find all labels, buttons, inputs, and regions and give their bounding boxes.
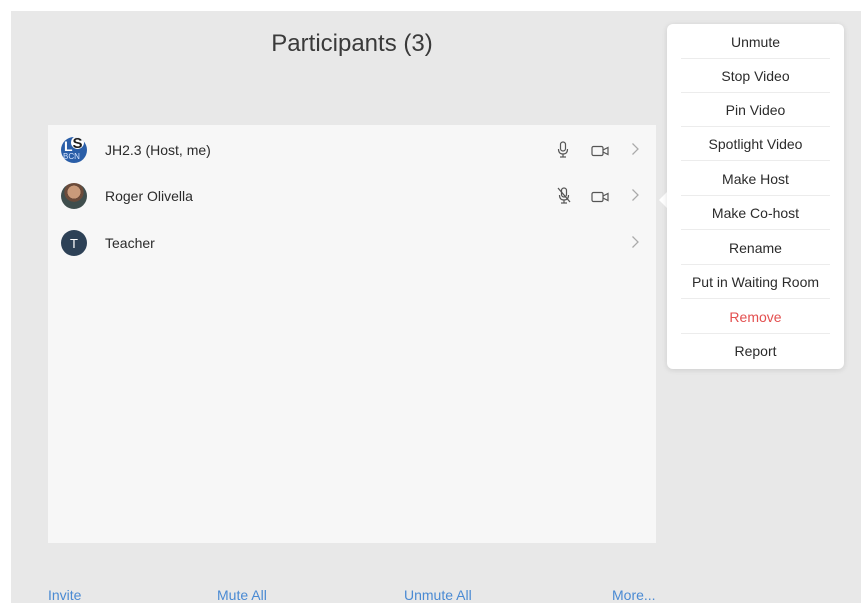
more-button[interactable]: More... [612, 587, 656, 603]
menu-item-unmute[interactable]: Unmute [681, 25, 830, 59]
unmute-all-button[interactable]: Unmute All [404, 587, 472, 603]
mute-all-button[interactable]: Mute All [217, 587, 267, 603]
chevron-right-icon[interactable] [631, 142, 640, 161]
participant-row-host[interactable]: L S BCN JH2.3 (Host, me) [48, 128, 656, 174]
avatar [61, 183, 87, 209]
avatar: T [61, 230, 87, 256]
menu-pointer [659, 192, 667, 208]
menu-item-stop-video[interactable]: Stop Video [681, 59, 830, 93]
panel-title: Participants (3) [271, 30, 433, 57]
menu-item-put-in-waiting-room[interactable]: Put in Waiting Room [681, 265, 830, 299]
menu-item-make-co-host[interactable]: Make Co-host [681, 196, 830, 230]
video-icon[interactable] [591, 144, 609, 162]
menu-item-report[interactable]: Report [681, 334, 830, 368]
chevron-right-icon[interactable] [631, 188, 640, 207]
menu-item-remove[interactable]: Remove [681, 300, 830, 334]
mic-muted-icon[interactable] [557, 187, 571, 209]
menu-item-rename[interactable]: Rename [681, 231, 830, 265]
participant-row-roger[interactable]: Roger Olivella [48, 174, 656, 220]
participant-context-menu: Unmute Stop Video Pin Video Spotlight Vi… [667, 24, 844, 369]
logo-text-bcn: BCN [63, 152, 80, 161]
chevron-right-icon[interactable] [631, 235, 640, 254]
menu-item-make-host[interactable]: Make Host [681, 162, 830, 196]
participant-row-teacher[interactable]: T Teacher [48, 221, 656, 267]
participant-name: Teacher [105, 235, 155, 251]
participant-name: Roger Olivella [105, 188, 193, 204]
avatar: L S BCN [61, 137, 87, 163]
video-icon[interactable] [591, 190, 609, 208]
logo-letter-s: S [71, 137, 84, 152]
menu-item-pin-video[interactable]: Pin Video [681, 93, 830, 127]
mic-on-icon[interactable] [557, 141, 569, 163]
participant-name: JH2.3 (Host, me) [105, 142, 211, 158]
invite-button[interactable]: Invite [48, 587, 81, 603]
participants-list: L S BCN JH2.3 (Host, me) Roger Olivella … [48, 125, 656, 543]
menu-item-spotlight-video[interactable]: Spotlight Video [681, 127, 830, 161]
